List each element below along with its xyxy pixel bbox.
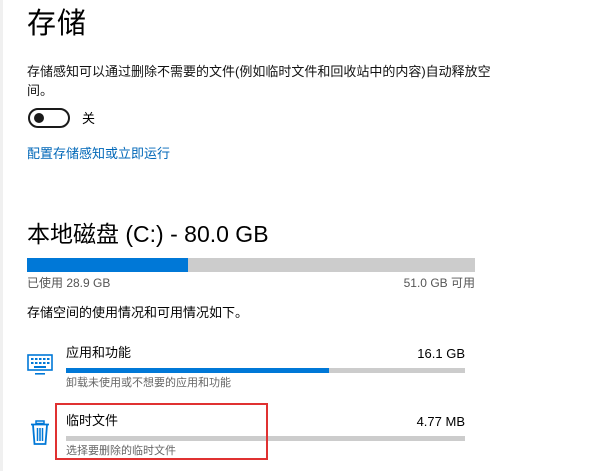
category-subtitle: 卸载未使用或不想要的应用和功能 bbox=[66, 377, 231, 389]
storage-sense-description: 存储感知可以通过删除不需要的文件(例如临时文件和回收站中的内容)自动释放空间。 bbox=[27, 64, 491, 98]
category-subtitle: 选择要删除的临时文件 bbox=[66, 445, 176, 457]
storage-sense-toggle[interactable] bbox=[28, 108, 70, 128]
usage-intro-text: 存储空间的使用情况和可用情况如下。 bbox=[27, 305, 249, 320]
drive-title: 本地磁盘 (C:) - 80.0 GB bbox=[27, 221, 269, 247]
storage-sense-toggle-label: 关 bbox=[82, 111, 96, 126]
trash-icon bbox=[26, 418, 54, 446]
category-size: 16.1 GB bbox=[417, 346, 465, 361]
configure-storage-sense-link[interactable]: 配置存储感知或立即运行 bbox=[27, 145, 170, 163]
category-apps-features[interactable]: 应用和功能 16.1 GB 卸载未使用或不想要的应用和功能 bbox=[20, 340, 476, 398]
category-name: 应用和功能 bbox=[66, 345, 132, 360]
category-size: 4.77 MB bbox=[416, 414, 465, 429]
storage-settings-page: 存储 存储感知可以通过删除不需要的文件(例如临时文件和回收站中的内容)自动释放空… bbox=[0, 0, 606, 471]
drive-usage-bar-fill bbox=[27, 258, 189, 272]
category-usage-bar bbox=[66, 436, 465, 441]
apps-icon bbox=[26, 350, 54, 378]
drive-used-label: 已使用 28.9 GB bbox=[27, 276, 111, 290]
window-left-edge bbox=[0, 0, 3, 471]
drive-usage-bar bbox=[27, 258, 475, 272]
category-usage-bar-fill bbox=[66, 368, 330, 373]
page-title: 存储 bbox=[27, 8, 88, 40]
category-name: 临时文件 bbox=[66, 413, 119, 428]
drive-available-label: 51.0 GB 可用 bbox=[403, 276, 475, 290]
category-temporary-files[interactable]: 临时文件 4.77 MB 选择要删除的临时文件 bbox=[20, 408, 476, 466]
toggle-knob bbox=[34, 113, 44, 123]
category-usage-bar bbox=[66, 368, 465, 373]
